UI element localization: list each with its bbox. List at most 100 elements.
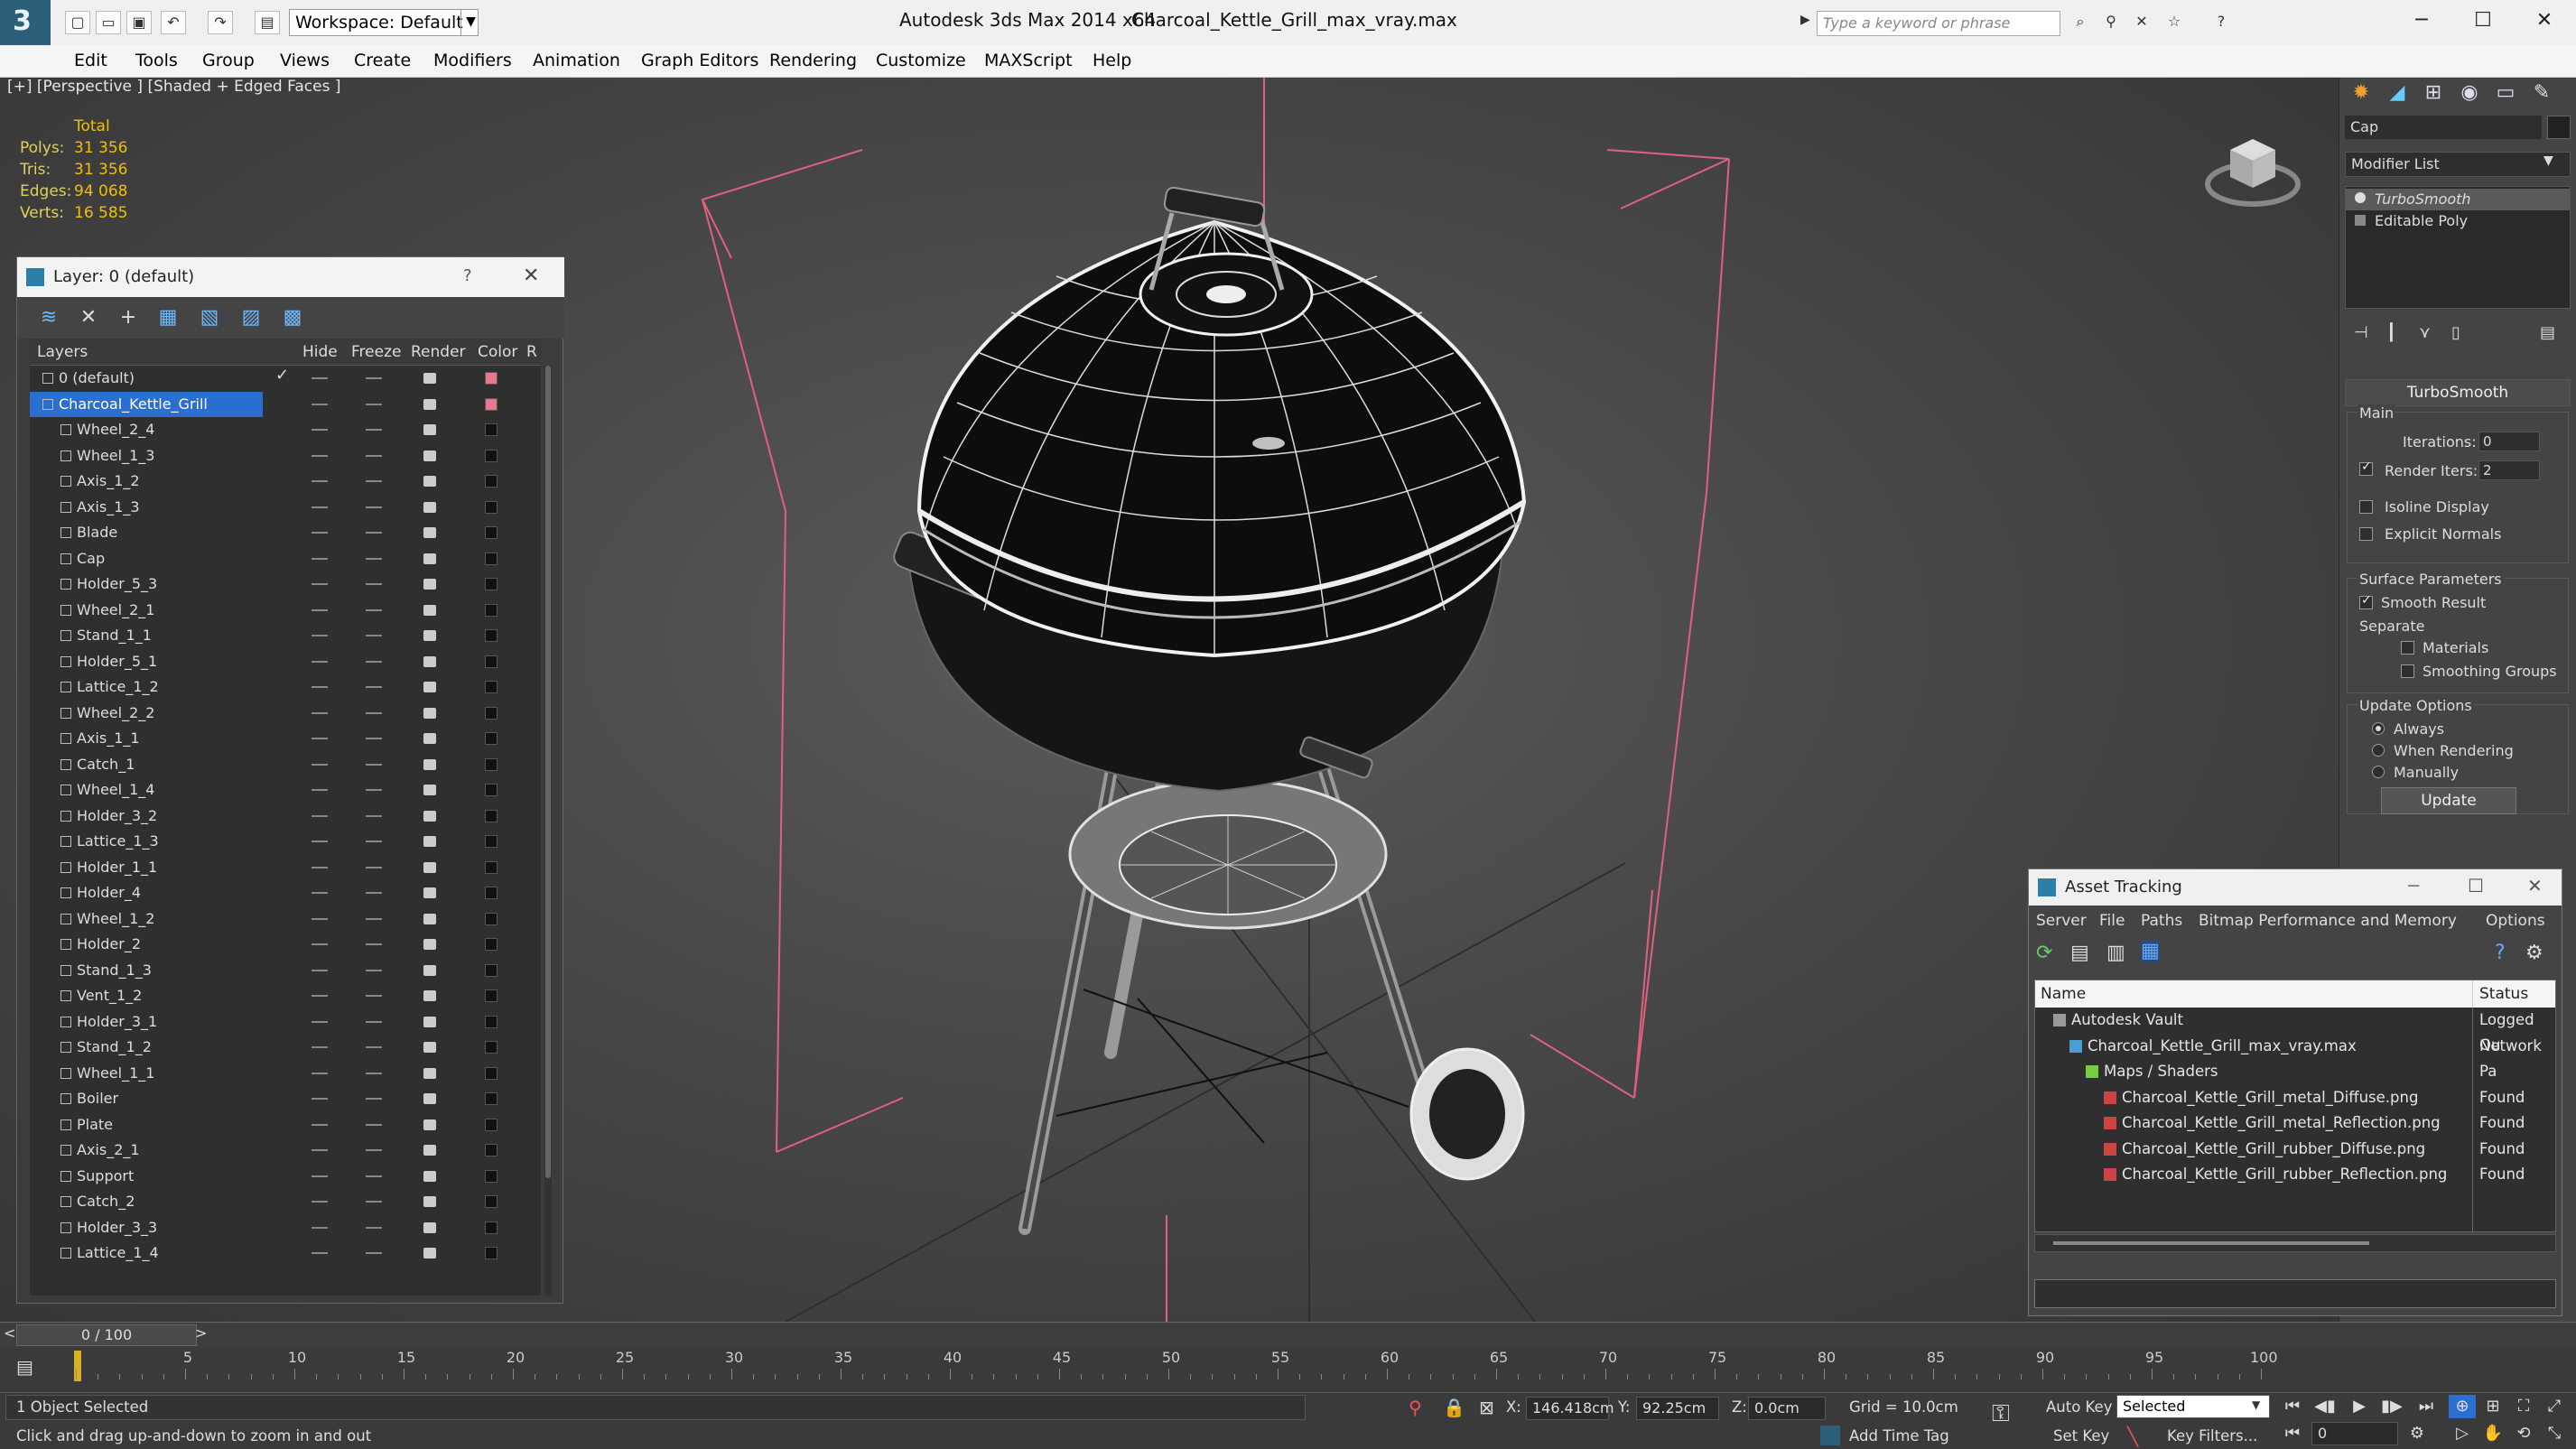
freeze-toggle-icon[interactable]	[366, 917, 382, 920]
utilities-tab-icon[interactable]: ✎	[2524, 78, 2560, 108]
menu-customize[interactable]: Customize	[876, 51, 966, 70]
prev-frame-icon[interactable]: <	[4, 1324, 15, 1342]
freeze-toggle-icon[interactable]	[366, 1252, 382, 1254]
timeline-ruler[interactable]: 5 10 15 20 25 30 35 40 45 50 55 60 65 70 75 80 85 90 95 100	[63, 1347, 2278, 1392]
hide-toggle-icon[interactable]	[312, 377, 328, 379]
hide-toggle-icon[interactable]	[312, 866, 328, 868]
hide-toggle-icon[interactable]	[312, 686, 328, 688]
render-teapot-icon[interactable]	[423, 630, 436, 641]
layer-row[interactable]: Holder_4	[30, 880, 541, 906]
menu-views[interactable]: Views	[280, 51, 330, 70]
hide-toggle-icon[interactable]	[312, 608, 328, 611]
freeze-toggle-icon[interactable]	[366, 635, 382, 636]
col-hide[interactable]: Hide	[302, 343, 338, 361]
layer-row[interactable]: Stand_1_2	[30, 1035, 541, 1061]
highlight-layer-icon[interactable]: ▨	[237, 304, 265, 331]
asset-menu-file[interactable]: File	[2099, 912, 2125, 930]
configure-sets-icon[interactable]: ▤	[2540, 323, 2555, 342]
asset-row[interactable]: Charcoal_Kettle_Grill_rubber_Diffuse.png…	[2035, 1137, 2555, 1163]
minimize-icon[interactable]: ─	[2408, 875, 2419, 896]
refresh-icon[interactable]: ⟳	[2036, 942, 2052, 964]
chevron-down-icon[interactable]: ▼	[460, 9, 480, 36]
remove-modifier-icon[interactable]: ▯	[2451, 323, 2460, 342]
layer-color-swatch[interactable]	[485, 1221, 498, 1234]
hide-toggle-icon[interactable]	[312, 1123, 328, 1126]
freeze-toggle-icon[interactable]	[366, 969, 382, 971]
menu-create[interactable]: Create	[354, 51, 411, 70]
previous-frame-icon[interactable]: ◀▮	[2311, 1395, 2339, 1418]
freeze-toggle-icon[interactable]	[366, 763, 382, 766]
time-tag-icon[interactable]	[1820, 1426, 1840, 1445]
render-teapot-icon[interactable]	[423, 964, 436, 976]
col-render[interactable]: Render	[411, 343, 466, 361]
menu-help[interactable]: Help	[1093, 51, 1131, 70]
layer-row[interactable]: Stand_1_1	[30, 623, 541, 649]
layer-color-swatch[interactable]	[485, 757, 498, 771]
next-frame-icon[interactable]: ▮▶	[2378, 1395, 2405, 1418]
settings-icon[interactable]: ⚙	[2525, 942, 2543, 964]
binoculars-icon[interactable]: ⌕	[2068, 11, 2093, 34]
time-slider-thumb[interactable]: 0 / 100	[16, 1324, 197, 1346]
freeze-toggle-icon[interactable]	[366, 660, 382, 663]
current-frame-field[interactable]: 0	[2311, 1422, 2398, 1445]
layer-color-swatch[interactable]	[485, 552, 498, 565]
layer-color-swatch[interactable]	[485, 860, 498, 874]
lock-icon[interactable]: 🔒	[1443, 1397, 1465, 1418]
freeze-toggle-icon[interactable]	[366, 1020, 382, 1023]
freeze-toggle-icon[interactable]	[366, 1098, 382, 1100]
open-file-icon[interactable]: ▭	[96, 11, 121, 34]
layer-stack-icon[interactable]: ≋	[35, 304, 62, 331]
select-layer-icon[interactable]: ▧	[196, 304, 223, 331]
layer-color-swatch[interactable]	[485, 526, 498, 539]
hide-toggle-icon[interactable]	[312, 532, 328, 534]
pan-icon[interactable]: ✋	[2479, 1422, 2506, 1445]
asset-horizontal-scrollbar[interactable]	[2034, 1234, 2556, 1252]
layer-color-swatch[interactable]	[485, 603, 498, 617]
add-time-tag-button[interactable]: Add Time Tag	[1849, 1427, 1949, 1444]
freeze-toggle-icon[interactable]	[366, 480, 382, 482]
help-icon[interactable]: ?	[2209, 11, 2234, 34]
render-teapot-icon[interactable]	[423, 553, 436, 564]
display-tab-icon[interactable]: ▭	[2488, 78, 2524, 108]
render-teapot-icon[interactable]	[423, 1248, 436, 1259]
smooth-result-checkbox[interactable]	[2359, 593, 2373, 609]
hide-toggle-icon[interactable]	[312, 1252, 328, 1254]
app-logo-icon[interactable]: 3	[0, 0, 51, 45]
mini-curve-editor-icon[interactable]: ▤	[16, 1356, 43, 1379]
render-teapot-icon[interactable]	[423, 501, 436, 513]
layer-row[interactable]: Support	[30, 1164, 541, 1190]
redo-icon[interactable]: ↷	[208, 11, 233, 34]
render-teapot-icon[interactable]	[423, 1067, 436, 1079]
freeze-toggle-icon[interactable]	[366, 814, 382, 817]
layer-color-swatch[interactable]	[485, 706, 498, 720]
freeze-toggle-icon[interactable]	[366, 866, 382, 868]
iterations-spinner[interactable]: 0	[2478, 432, 2540, 451]
explicit-normals-checkbox[interactable]	[2359, 527, 2373, 541]
layer-color-swatch[interactable]	[485, 500, 498, 514]
render-teapot-icon[interactable]	[423, 887, 436, 898]
layer-row[interactable]: Wheel_2_4	[30, 417, 541, 443]
hide-toggle-icon[interactable]	[312, 789, 328, 791]
layer-row[interactable]: Stand_1_3	[30, 958, 541, 984]
layer-color-swatch[interactable]	[485, 655, 498, 668]
render-teapot-icon[interactable]	[423, 604, 436, 616]
layer-color-swatch[interactable]	[485, 1144, 498, 1156]
hide-toggle-icon[interactable]	[312, 969, 328, 971]
hide-toggle-icon[interactable]	[312, 814, 328, 817]
layer-row[interactable]: Axis_2_1	[30, 1138, 541, 1164]
layer-row[interactable]: Axis_1_3	[30, 495, 541, 521]
maximize-viewport-icon[interactable]: ⤢	[2541, 1395, 2568, 1418]
layer-color-swatch[interactable]	[485, 1195, 498, 1208]
layer-row[interactable]: Lattice_1_3	[30, 829, 541, 855]
freeze-toggle-icon[interactable]	[366, 454, 382, 457]
layer-color-swatch[interactable]	[485, 1118, 498, 1131]
render-teapot-icon[interactable]	[423, 450, 436, 461]
layer-color-swatch[interactable]	[485, 449, 498, 462]
favorites-star-icon[interactable]: ☆	[2162, 11, 2187, 34]
key-mode-icon[interactable]: ⏮	[2279, 1422, 2306, 1445]
hide-toggle-icon[interactable]	[312, 995, 328, 997]
layer-color-swatch[interactable]	[485, 475, 498, 488]
asset-row[interactable]: Maps / Shaders	[2035, 1059, 2555, 1085]
layer-row[interactable]: Cap	[30, 546, 541, 572]
hide-toggle-icon[interactable]	[312, 1046, 328, 1048]
